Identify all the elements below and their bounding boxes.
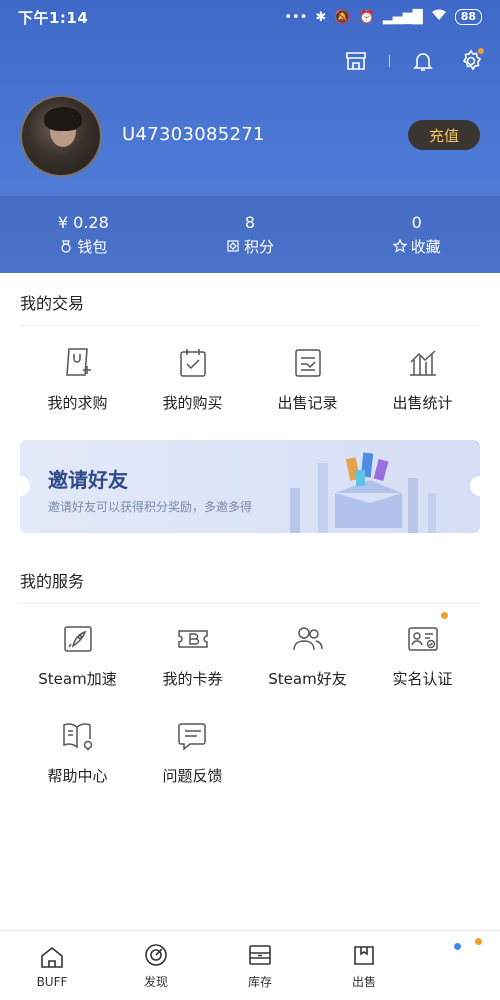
banner-title: 邀请好友 [48,468,128,492]
service-label: 帮助中心 [47,767,108,785]
points-label: 积分 [244,237,275,256]
signal-icon: ▂▄▆█ [382,9,423,25]
status-time: 下午1:14 [18,8,89,27]
bottom-nav: BUFF 发现 库存 出售 [0,930,500,1000]
friends-icon [289,620,327,658]
trade-label: 我的购买 [162,394,223,412]
profile-header: 下午1:14 ••• ✱ 🔕 ⏰ ▂▄▆█ 88 U47303085271 充值… [0,0,500,273]
nav-label: 发现 [143,975,168,989]
trade-label: 出售记录 [277,394,338,412]
avatar[interactable] [20,95,102,177]
services-divider [20,603,480,604]
trade-item-sales-stats[interactable]: 出售统计 [365,344,480,413]
nav-label: 库存 [247,975,272,989]
nav-label: 出售 [351,975,376,989]
service-feedback[interactable]: 问题反馈 [135,717,250,786]
settings-gear-icon[interactable] [456,46,486,76]
nav-sell[interactable]: 出售 [312,931,416,1000]
service-label: 问题反馈 [162,767,223,785]
header-separator [389,55,390,67]
points-label-row: 积分 [226,236,274,257]
sales-stats-icon [404,344,442,382]
service-coupons[interactable]: 我的卡券 [135,620,250,689]
trade-section-title: 我的交易 [20,294,85,313]
bell-icon[interactable] [408,46,438,76]
favorites-label: 收藏 [410,237,441,256]
stat-wallet[interactable]: ¥ 0.28 钱包 [0,196,167,273]
trade-item-want-to-buy[interactable]: 我的求购 [20,344,135,413]
trade-divider [20,325,480,326]
want-to-buy-icon [59,344,97,382]
coupon-icon [174,620,212,658]
trade-grid: 我的求购 我的购买 出售记录 出售统计 [20,344,480,413]
settings-badge [478,48,484,54]
wallet-value: ¥ 0.28 [57,212,109,232]
store-icon[interactable] [341,46,371,76]
favorites-label-row: 收藏 [392,236,441,257]
favorites-value: 0 [411,212,422,232]
wallet-icon [61,240,71,253]
battery-indicator: 88 [454,9,482,25]
app-root: 下午1:14 ••• ✱ 🔕 ⏰ ▂▄▆█ 88 U47303085271 充值… [0,0,500,1000]
gift-box-illustration [290,452,436,533]
auth-badge-dot [440,612,448,619]
services-section-title: 我的服务 [20,572,85,591]
trade-item-purchases[interactable]: 我的购买 [135,344,250,413]
service-steam-friends[interactable]: Steam好友 [250,620,365,689]
nav-inventory[interactable]: 库存 [208,931,312,1000]
points-value: 8 [244,212,256,232]
sell-icon [350,941,378,969]
mute-icon: 🔕 [334,9,351,25]
service-help-center[interactable]: 帮助中心 [20,717,135,786]
sales-record-icon [289,344,327,382]
avatar-hair [44,107,82,131]
services-grid-row-1: Steam加速 我的卡券 Steam好友 实名认证 [20,612,480,689]
wallet-label: 钱包 [77,237,108,256]
star-icon [392,239,407,253]
account-stats: ¥ 0.28 钱包 8 积分 0 收藏 [0,196,500,273]
alarm-icon: ⏰ [358,9,375,25]
service-label: 我的卡券 [162,670,223,688]
bluetooth-icon: ✱ [315,9,327,25]
stat-favorites[interactable]: 0 收藏 [333,196,500,273]
service-label: 实名认证 [392,670,453,688]
service-label: Steam加速 [38,670,117,688]
home-icon [38,943,66,971]
wallet-label-row: 钱包 [59,236,107,257]
header-actions [341,46,486,76]
rocket-icon [59,620,97,658]
purchases-icon [174,344,212,382]
trade-item-sales-record[interactable]: 出售记录 [250,344,365,413]
service-real-name-auth[interactable]: 实名认证 [365,612,480,689]
stat-points[interactable]: 8 积分 [167,196,334,273]
invite-friends-banner[interactable]: 邀请好友 邀请好友可以获得积分奖励，多邀多得 [20,440,480,533]
service-steam-accelerate[interactable]: Steam加速 [20,620,135,689]
inventory-icon [246,941,274,969]
discover-icon [142,941,170,969]
trade-label: 出售统计 [392,394,453,412]
username: U47303085271 [122,124,265,145]
service-label: Steam好友 [268,670,347,688]
recharge-button[interactable]: 充值 [408,120,480,150]
nav-discover[interactable]: 发现 [104,931,208,1000]
corner-dot-blue [454,943,461,950]
status-bar: 下午1:14 ••• ✱ 🔕 ⏰ ▂▄▆█ 88 [0,0,500,34]
points-icon [227,240,239,252]
status-icons: ••• ✱ 🔕 ⏰ ▂▄▆█ 88 [284,9,482,25]
more-dots-icon: ••• [284,9,308,25]
wifi-icon [431,9,447,25]
nav-label: BUFF [36,974,68,989]
id-card-icon [404,612,448,658]
trade-label: 我的求购 [47,394,108,412]
help-book-icon [59,717,97,755]
corner-dot-orange [475,938,482,945]
nav-buff[interactable]: BUFF [0,931,104,1000]
services-grid-row-2: 帮助中心 问题反馈 [20,717,480,786]
feedback-icon [174,717,212,755]
banner-subtitle: 邀请好友可以获得积分奖励，多邀多得 [48,500,253,514]
